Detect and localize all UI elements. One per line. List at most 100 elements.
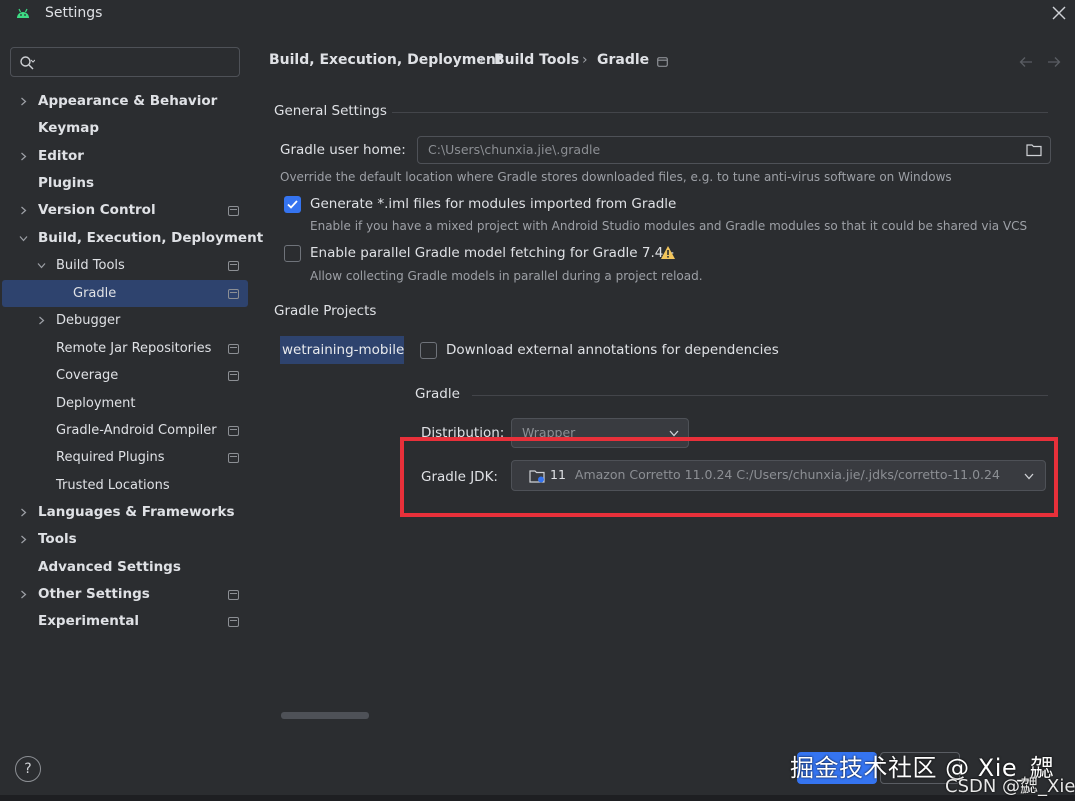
sidebar-item-label: Gradle-Android Compiler — [56, 423, 217, 438]
chevron-down-icon — [37, 263, 46, 269]
chevron-right-icon — [21, 590, 27, 599]
project-scope-icon — [228, 426, 239, 436]
annotations-checkbox-label[interactable]: Download external annotations for depend… — [446, 342, 779, 358]
settings-sidebar: Appearance & Behavior Keymap Editor Plug… — [0, 30, 263, 801]
sidebar-item-label: Deployment — [56, 396, 136, 411]
sidebar-item-deployment[interactable]: Deployment — [0, 390, 250, 417]
breadcrumb-separator: › — [479, 52, 485, 68]
general-settings-title: General Settings — [274, 103, 387, 119]
sidebar-item-build-tools[interactable]: Build Tools — [0, 252, 250, 279]
sidebar-item-tools[interactable]: Tools — [0, 526, 250, 553]
help-button[interactable]: ? — [15, 756, 41, 782]
chevron-right-icon — [39, 316, 45, 325]
parallel-fetch-checkbox[interactable] — [284, 245, 301, 262]
android-icon — [17, 8, 29, 18]
gradle-user-home-value: C:\Users\chunxia.jie\.gradle — [428, 142, 601, 157]
sidebar-item-label: Appearance & Behavior — [38, 93, 218, 109]
sidebar-item-editor[interactable]: Editor — [0, 143, 250, 170]
sidebar-item-label: Debugger — [56, 313, 121, 328]
iml-checkbox[interactable] — [284, 196, 301, 213]
gradle-user-home-input[interactable]: C:\Users\chunxia.jie\.gradle — [417, 136, 1051, 164]
project-scope-icon — [228, 289, 239, 299]
project-name: wetraining-mobileT — [282, 342, 404, 358]
search-input[interactable] — [10, 47, 240, 77]
sidebar-item-label: Version Control — [38, 202, 156, 218]
chevron-down-icon — [19, 236, 28, 242]
breadcrumb-item: Gradle — [597, 52, 650, 68]
project-scope-icon — [228, 371, 239, 381]
project-scope-icon — [228, 590, 239, 600]
sidebar-item-build-execution-deployment[interactable]: Build, Execution, Deployment — [0, 225, 263, 252]
sidebar-item-appearance-behavior[interactable]: Appearance & Behavior — [0, 88, 250, 115]
sidebar-item-label: Build Tools — [56, 258, 125, 273]
warning-icon — [661, 246, 675, 259]
breadcrumb-item[interactable]: Build Tools — [494, 52, 579, 68]
project-scope-icon — [228, 261, 239, 271]
parallel-fetch-label[interactable]: Enable parallel Gradle model fetching fo… — [310, 245, 675, 261]
iml-hint: Enable if you have a mixed project with … — [310, 219, 1028, 233]
sidebar-item-other-settings[interactable]: Other Settings — [0, 581, 250, 608]
sidebar-item-label: Other Settings — [38, 586, 150, 602]
sidebar-item-required-plugins[interactable]: Required Plugins — [0, 444, 250, 471]
breadcrumb-item[interactable]: Build, Execution, Deployment — [269, 52, 503, 68]
gradle-section-title: Gradle — [415, 386, 460, 402]
project-scope-icon — [228, 206, 239, 216]
section-divider — [392, 112, 1048, 113]
forward-arrow-icon[interactable] — [1047, 56, 1061, 68]
window-title: Settings — [45, 5, 103, 21]
project-list-item[interactable]: wetraining-mobileT — [280, 336, 404, 364]
sidebar-item-keymap[interactable]: Keymap — [0, 115, 250, 142]
gradle-projects-title: Gradle Projects — [274, 303, 377, 319]
chevron-right-icon — [21, 152, 27, 161]
project-scope-icon — [657, 57, 668, 67]
sidebar-item-label: Plugins — [38, 175, 95, 191]
horizontal-scrollbar[interactable] — [281, 712, 369, 719]
sidebar-item-version-control[interactable]: Version Control — [0, 197, 250, 224]
gradle-user-home-label: Gradle user home: — [280, 142, 406, 158]
sidebar-item-label: Languages & Frameworks — [38, 504, 235, 520]
back-arrow-icon[interactable] — [1019, 56, 1033, 68]
sidebar-item-gradle-android-compiler[interactable]: Gradle-Android Compiler — [0, 417, 250, 444]
sidebar-item-gradle[interactable]: Gradle — [2, 280, 248, 307]
sidebar-item-label: Required Plugins — [56, 450, 165, 465]
chevron-right-icon — [21, 535, 27, 544]
sidebar-item-remote-jar-repositories[interactable]: Remote Jar Repositories — [0, 335, 250, 362]
project-scope-icon — [228, 617, 239, 627]
checkmark-icon — [287, 200, 298, 209]
chevron-right-icon — [21, 206, 27, 215]
gradle-projects-list — [274, 330, 404, 715]
chevron-right-icon — [21, 508, 27, 517]
annotations-checkbox[interactable] — [420, 342, 437, 359]
highlight-box — [400, 437, 1058, 517]
parallel-fetch-hint: Allow collecting Gradle models in parall… — [310, 269, 703, 283]
chevron-down-icon — [669, 430, 679, 437]
close-icon[interactable] — [1052, 6, 1066, 20]
sidebar-item-plugins[interactable]: Plugins — [0, 170, 250, 197]
search-icon — [20, 56, 35, 70]
sidebar-item-debugger[interactable]: Debugger — [0, 307, 250, 334]
project-scope-icon — [228, 453, 239, 463]
sidebar-item-label: Advanced Settings — [38, 559, 181, 575]
sidebar-item-label: Tools — [38, 531, 77, 547]
sidebar-item-trusted-locations[interactable]: Trusted Locations — [0, 472, 250, 499]
iml-checkbox-label[interactable]: Generate *.iml files for modules importe… — [310, 196, 676, 212]
sidebar-item-label: Trusted Locations — [56, 478, 170, 493]
sidebar-item-advanced-settings[interactable]: Advanced Settings — [0, 554, 250, 581]
breadcrumb-separator: › — [582, 52, 588, 68]
gradle-user-home-hint: Override the default location where Grad… — [280, 170, 952, 184]
section-divider — [472, 395, 1048, 396]
sidebar-item-experimental[interactable]: Experimental — [0, 608, 250, 635]
sidebar-item-label: Keymap — [38, 120, 100, 136]
sidebar-item-label: Build, Execution, Deployment — [38, 230, 264, 246]
sidebar-item-label: Experimental — [38, 613, 140, 629]
sidebar-item-languages-frameworks[interactable]: Languages & Frameworks — [0, 499, 250, 526]
folder-icon[interactable] — [1026, 143, 1042, 157]
chevron-right-icon — [21, 97, 27, 106]
window-bottom-edge — [0, 795, 1075, 801]
sidebar-item-label: Coverage — [56, 368, 119, 383]
watermark-csdn: CSDN @勰_Xie — [945, 776, 1075, 797]
title-bar: Settings — [0, 0, 1075, 30]
sidebar-item-coverage[interactable]: Coverage — [0, 362, 250, 389]
sidebar-item-label: Remote Jar Repositories — [56, 341, 212, 356]
project-scope-icon — [228, 344, 239, 354]
